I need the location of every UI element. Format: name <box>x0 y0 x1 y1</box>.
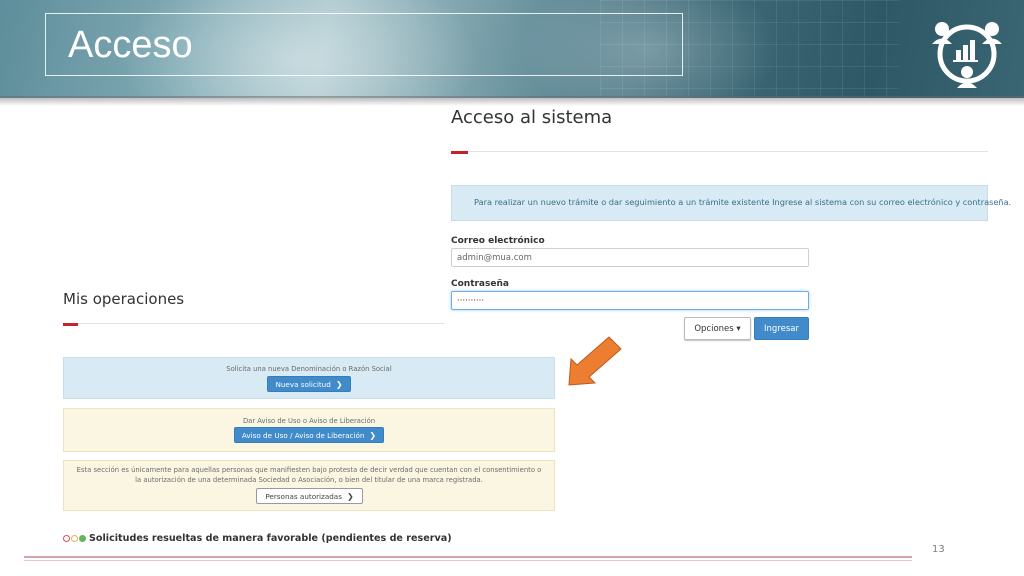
new-request-button[interactable]: Nueva solicitud ❯ <box>267 376 351 392</box>
operations-divider <box>78 323 444 324</box>
login-submit-button[interactable]: Ingresar <box>754 317 809 340</box>
usage-notice-panel: Dar Aviso de Uso o Aviso de Liberación A… <box>63 408 555 452</box>
email-field[interactable] <box>451 248 809 267</box>
password-field[interactable] <box>451 291 809 310</box>
authorized-persons-panel: Esta sección es únicamente para aquellas… <box>63 460 555 511</box>
slide-title: Acceso <box>68 24 193 66</box>
usage-notice-button-label: Aviso de Uso / Aviso de Liberación <box>241 430 365 440</box>
authorized-persons-button-label: Personas autorizadas <box>265 491 342 501</box>
chevron-right-icon: ❯ <box>369 430 377 440</box>
page-number: 13 <box>932 544 945 555</box>
banner-shadow <box>0 96 1024 106</box>
authorized-persons-button[interactable]: Personas autorizadas ❯ <box>256 488 363 504</box>
login-title: Acceso al sistema <box>451 107 613 128</box>
operations-accent-bar <box>63 323 78 326</box>
people-chart-logo-icon <box>932 22 1002 88</box>
authorized-persons-text-line2: la autorización de una determinada Socie… <box>135 476 483 484</box>
new-request-button-label: Nueva solicitud <box>275 379 331 389</box>
chevron-right-icon: ❯ <box>335 379 343 389</box>
new-request-panel: Solicita una nueva Denominación o Razón … <box>63 357 555 399</box>
resolved-requests-text: Solicitudes resueltas de manera favorabl… <box>89 533 452 544</box>
footer-lines <box>24 556 912 561</box>
login-info-alert: Para realizar un nuevo trámite o dar seg… <box>451 185 1011 221</box>
status-dot-red-icon <box>63 535 70 542</box>
chevron-right-icon: ❯ <box>346 491 354 501</box>
status-dot-green-icon <box>79 535 86 542</box>
pointer-arrow-icon <box>568 336 622 386</box>
options-dropdown-button[interactable]: Opciones ▾ <box>684 317 751 340</box>
login-info-text: Para realizar un nuevo trámite o dar seg… <box>474 197 1012 207</box>
title-frame: Acceso <box>45 13 683 76</box>
usage-notice-button[interactable]: Aviso de Uso / Aviso de Liberación ❯ <box>234 427 384 443</box>
authorized-persons-text-line1: Esta sección es únicamente para aquellas… <box>76 466 542 474</box>
usage-notice-text: Dar Aviso de Uso o Aviso de Liberación <box>242 417 376 425</box>
operations-title: Mis operaciones <box>63 290 185 308</box>
title-divider <box>468 151 988 152</box>
title-accent-bar <box>451 151 468 154</box>
password-label: Contraseña <box>451 279 509 289</box>
resolved-requests-heading: Solicitudes resueltas de manera favorabl… <box>63 533 452 544</box>
email-label: Correo electrónico <box>451 236 545 246</box>
new-request-text: Solicita una nueva Denominación o Razón … <box>226 365 392 373</box>
status-dot-yellow-icon <box>71 535 78 542</box>
